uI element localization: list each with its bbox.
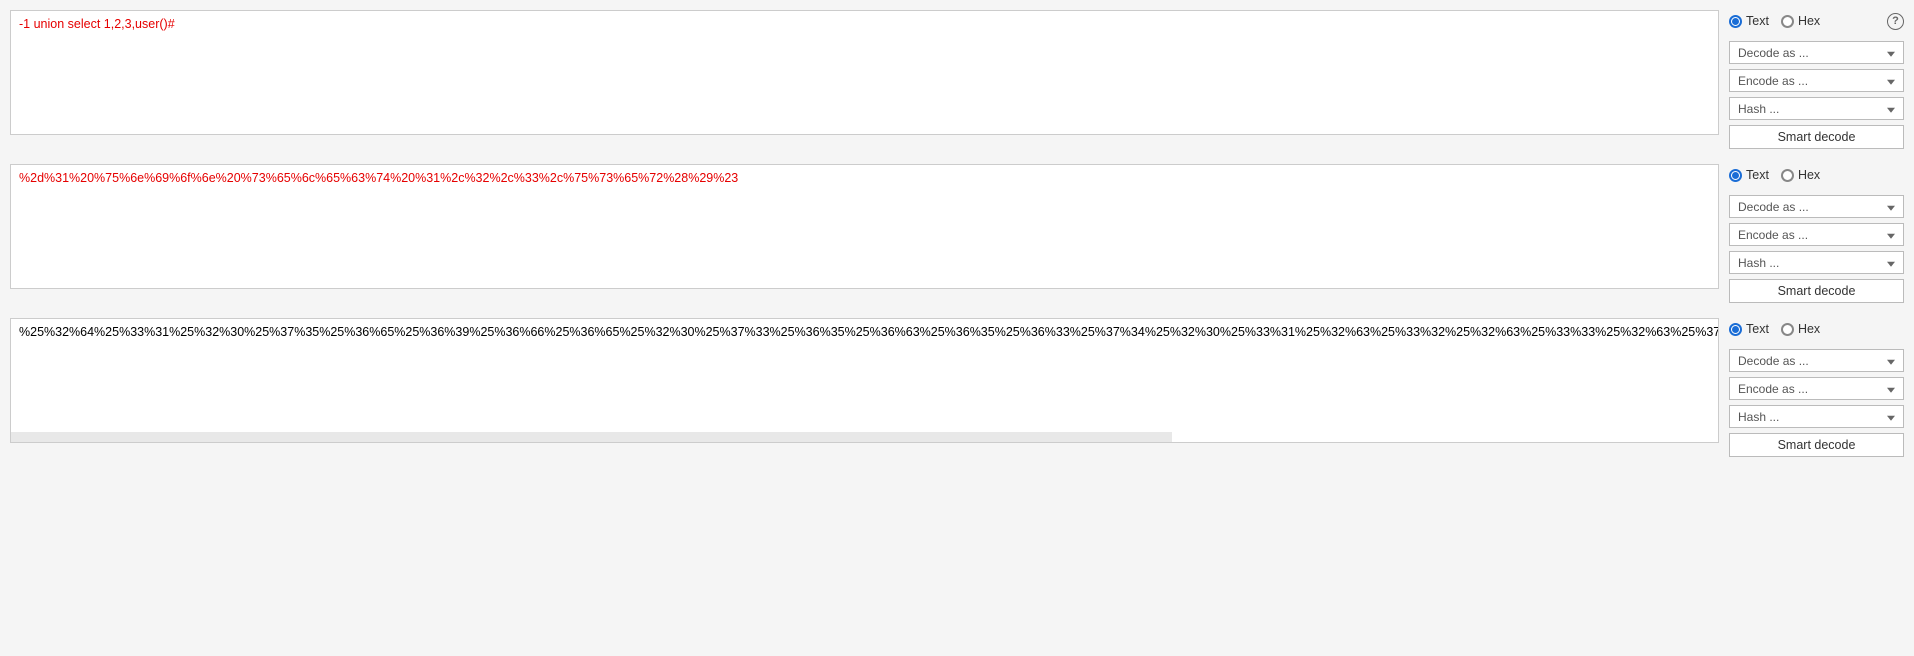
- radio-text[interactable]: Text: [1729, 322, 1769, 336]
- dropdown-label: Hash ...: [1738, 102, 1779, 116]
- dropdown-label: Decode as ...: [1738, 354, 1809, 368]
- radio-group: Text Hex: [1729, 168, 1904, 182]
- smart-decode-label: Smart decode: [1778, 130, 1856, 144]
- decoder-controls: Text Hex ? Decode as ... Encode as ... H…: [1729, 10, 1904, 149]
- radio-text[interactable]: Text: [1729, 168, 1769, 182]
- radio-circle-icon: [1729, 169, 1742, 182]
- smart-decode-label: Smart decode: [1778, 438, 1856, 452]
- decoder-controls: Text Hex Decode as ... Encode as ... Has…: [1729, 164, 1904, 303]
- radio-row: Text Hex ?: [1729, 10, 1904, 32]
- encode-as-dropdown[interactable]: Encode as ...: [1729, 69, 1904, 92]
- radio-group: Text Hex: [1729, 14, 1883, 28]
- radio-hex-label: Hex: [1798, 168, 1820, 182]
- dropdown-label: Encode as ...: [1738, 382, 1808, 396]
- smart-decode-label: Smart decode: [1778, 284, 1856, 298]
- radio-circle-icon: [1781, 15, 1794, 28]
- radio-circle-icon: [1781, 323, 1794, 336]
- panel-content: -1 union select 1,2,3,user()#: [19, 17, 1710, 31]
- decoder-row-2: %2d%31%20%75%6e%69%6f%6e%20%73%65%6c%65%…: [10, 164, 1904, 303]
- decode-as-dropdown[interactable]: Decode as ...: [1729, 349, 1904, 372]
- help-icon[interactable]: ?: [1887, 13, 1904, 30]
- radio-group: Text Hex: [1729, 322, 1904, 336]
- decoder-row-3: %25%32%64%25%33%31%25%32%30%25%37%35%25%…: [10, 318, 1904, 457]
- decoder-controls: Text Hex Decode as ... Encode as ... Has…: [1729, 318, 1904, 457]
- dropdown-label: Decode as ...: [1738, 46, 1809, 60]
- hash-dropdown[interactable]: Hash ...: [1729, 251, 1904, 274]
- decoder-text-panel[interactable]: %25%32%64%25%33%31%25%32%30%25%37%35%25%…: [10, 318, 1719, 443]
- radio-text-label: Text: [1746, 14, 1769, 28]
- radio-circle-icon: [1729, 323, 1742, 336]
- horizontal-scrollbar[interactable]: [11, 432, 1172, 442]
- smart-decode-button[interactable]: Smart decode: [1729, 279, 1904, 303]
- panel-content: %2d%31%20%75%6e%69%6f%6e%20%73%65%6c%65%…: [19, 171, 1710, 185]
- dropdown-label: Encode as ...: [1738, 228, 1808, 242]
- radio-text-label: Text: [1746, 168, 1769, 182]
- radio-text[interactable]: Text: [1729, 14, 1769, 28]
- radio-circle-icon: [1729, 15, 1742, 28]
- smart-decode-button[interactable]: Smart decode: [1729, 433, 1904, 457]
- smart-decode-button[interactable]: Smart decode: [1729, 125, 1904, 149]
- radio-row: Text Hex: [1729, 164, 1904, 186]
- dropdown-label: Hash ...: [1738, 410, 1779, 424]
- radio-text-label: Text: [1746, 322, 1769, 336]
- decode-as-dropdown[interactable]: Decode as ...: [1729, 41, 1904, 64]
- decoder-text-panel[interactable]: -1 union select 1,2,3,user()#: [10, 10, 1719, 135]
- encode-as-dropdown[interactable]: Encode as ...: [1729, 223, 1904, 246]
- radio-row: Text Hex: [1729, 318, 1904, 340]
- panel-content: %25%32%64%25%33%31%25%32%30%25%37%35%25%…: [19, 325, 1710, 339]
- hash-dropdown[interactable]: Hash ...: [1729, 97, 1904, 120]
- decoder-text-panel[interactable]: %2d%31%20%75%6e%69%6f%6e%20%73%65%6c%65%…: [10, 164, 1719, 289]
- radio-hex[interactable]: Hex: [1781, 14, 1820, 28]
- dropdown-label: Hash ...: [1738, 256, 1779, 270]
- radio-circle-icon: [1781, 169, 1794, 182]
- encode-as-dropdown[interactable]: Encode as ...: [1729, 377, 1904, 400]
- radio-hex-label: Hex: [1798, 14, 1820, 28]
- radio-hex[interactable]: Hex: [1781, 322, 1820, 336]
- radio-hex[interactable]: Hex: [1781, 168, 1820, 182]
- decoder-row-1: -1 union select 1,2,3,user()# Text Hex ?…: [10, 10, 1904, 149]
- dropdown-label: Encode as ...: [1738, 74, 1808, 88]
- decode-as-dropdown[interactable]: Decode as ...: [1729, 195, 1904, 218]
- hash-dropdown[interactable]: Hash ...: [1729, 405, 1904, 428]
- dropdown-label: Decode as ...: [1738, 200, 1809, 214]
- radio-hex-label: Hex: [1798, 322, 1820, 336]
